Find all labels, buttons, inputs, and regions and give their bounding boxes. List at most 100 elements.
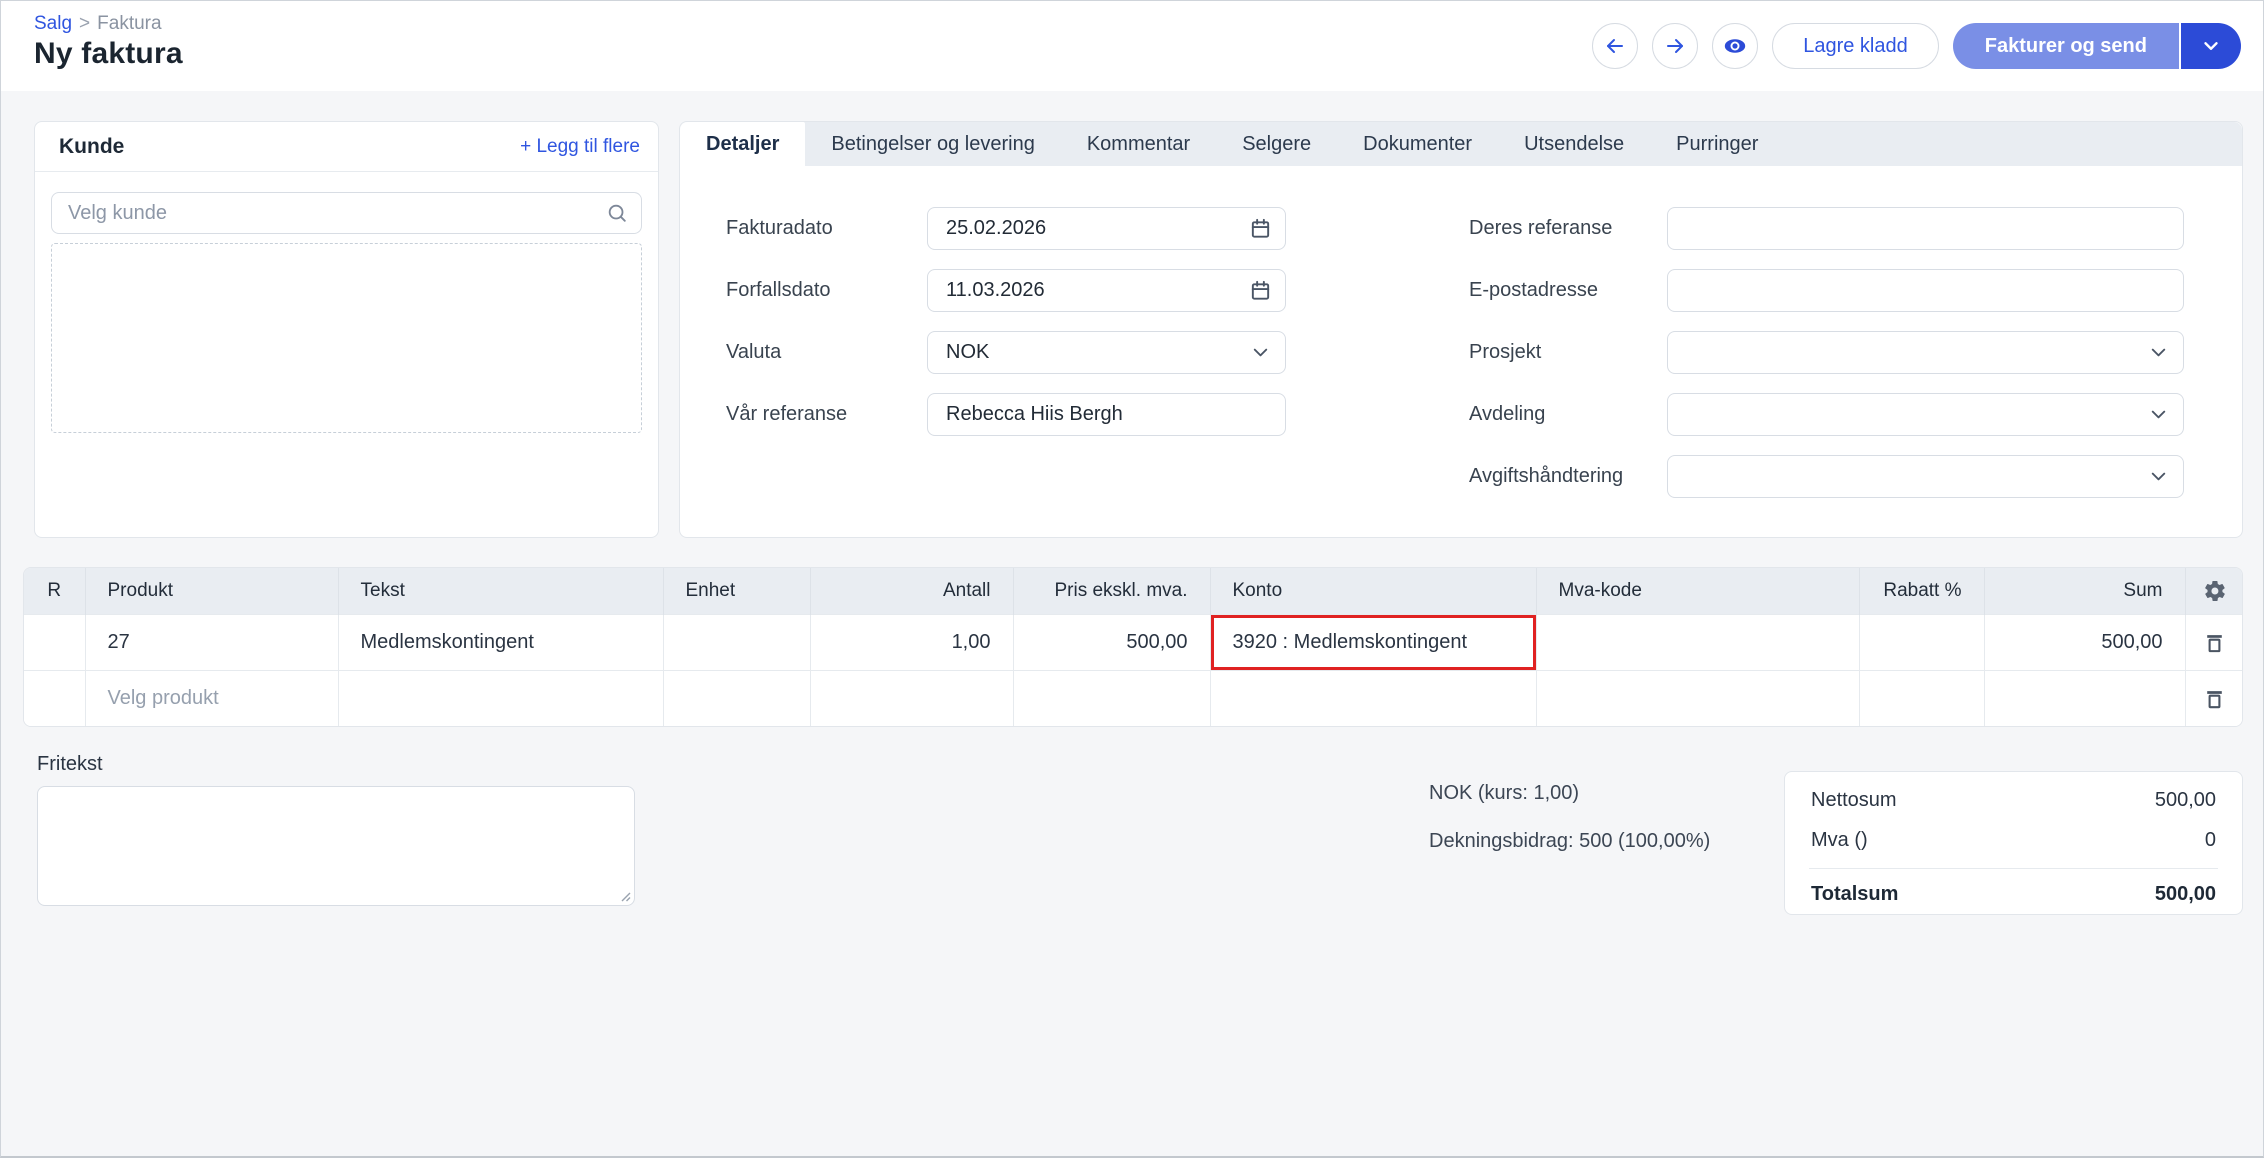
vat-handling-select[interactable] <box>1667 455 2184 498</box>
new-line-product-cell[interactable]: Velg produkt <box>85 670 338 726</box>
new-line-quantity-cell[interactable] <box>810 670 1013 726</box>
new-line-r-cell[interactable] <box>24 670 85 726</box>
tab-kommentar[interactable]: Kommentar <box>1061 122 1216 166</box>
email-input[interactable] <box>1667 269 2184 312</box>
trash-icon <box>2202 630 2227 655</box>
department-select[interactable] <box>1667 393 2184 436</box>
column-header-antall: Antall <box>810 568 1013 614</box>
back-button[interactable] <box>1592 23 1638 69</box>
vat-label: Mva () <box>1811 829 1868 852</box>
line-account-cell[interactable]: 3920 : Medlemskontingent <box>1210 614 1536 670</box>
net-sum-value: 500,00 <box>2155 789 2216 812</box>
preview-button[interactable] <box>1712 23 1758 69</box>
tab-utsendelse[interactable]: Utsendelse <box>1498 122 1650 166</box>
tab-dokumenter[interactable]: Dokumenter <box>1337 122 1498 166</box>
calendar-icon[interactable] <box>1249 217 1272 240</box>
line-discount-cell[interactable] <box>1859 614 1984 670</box>
department-label: Avdeling <box>1469 403 1667 426</box>
line-quantity-cell[interactable]: 1,00 <box>810 614 1013 670</box>
invoice-date-label: Fakturadato <box>726 217 927 240</box>
calendar-icon[interactable] <box>1249 279 1272 302</box>
page-header: Salg>Faktura Ny faktura Lagre kladd <box>1 1 2263 91</box>
customer-panel-body <box>35 172 658 433</box>
line-unit-cell[interactable] <box>663 614 810 670</box>
project-label: Prosjekt <box>1469 341 1667 364</box>
invoice-lines-table: R Produkt Tekst Enhet Antall Pris ekskl.… <box>23 567 2243 727</box>
customer-search <box>51 192 642 234</box>
line-price-cell[interactable]: 500,00 <box>1013 614 1210 670</box>
due-date-label: Forfallsdato <box>726 279 927 302</box>
line-text-cell[interactable]: Medlemskontingent <box>338 614 663 670</box>
column-header-mva-kode: Mva-kode <box>1536 568 1859 614</box>
page-title: Ny faktura <box>34 37 183 71</box>
gear-icon <box>2203 579 2227 603</box>
add-more-customers-link[interactable]: + Legg til flere <box>520 136 640 158</box>
our-reference-input[interactable] <box>927 393 1286 436</box>
email-label: E-postadresse <box>1469 279 1667 302</box>
chevron-down-icon <box>2147 341 2170 364</box>
line-vat-code-cell[interactable] <box>1536 614 1859 670</box>
invoice-date-input[interactable] <box>927 207 1286 250</box>
breadcrumb-sales-link[interactable]: Salg <box>34 13 72 34</box>
line-product-cell[interactable]: 27 <box>85 614 338 670</box>
detail-form-right-column: Deres referanse E-postadresse Prosjekt <box>1469 207 2184 517</box>
vat-value: 0 <box>2205 829 2216 852</box>
select-product-placeholder: Velg produkt <box>108 687 219 709</box>
customer-search-input[interactable] <box>51 192 642 234</box>
detail-form-left-column: Fakturadato Forfallsdato <box>726 207 1286 455</box>
eye-icon <box>1723 34 1747 58</box>
chevron-down-icon <box>2200 35 2222 57</box>
totals-panel: Nettosum 500,00 Mva () 0 Totalsum 500,00 <box>1784 771 2243 915</box>
total-sum-row: Totalsum 500,00 <box>1811 881 2216 907</box>
new-line-discount-cell[interactable] <box>1859 670 1984 726</box>
invoice-line-row: 27 Medlemskontingent 1,00 500,00 3920 : … <box>24 614 2243 670</box>
tab-selgere[interactable]: Selgere <box>1216 122 1337 166</box>
field-department: Avdeling <box>1469 393 2184 436</box>
new-line-account-cell[interactable] <box>1210 670 1536 726</box>
trash-icon <box>2202 686 2227 711</box>
new-line-sum-cell[interactable] <box>1984 670 2185 726</box>
their-reference-label: Deres referanse <box>1469 217 1667 240</box>
invoice-and-send-dropdown[interactable] <box>2179 23 2241 69</box>
new-line-text-cell[interactable] <box>338 670 663 726</box>
new-line-row: Velg produkt <box>24 670 2243 726</box>
delete-line-button[interactable] <box>2186 615 2244 670</box>
line-sum-cell[interactable]: 500,00 <box>1984 614 2185 670</box>
vat-row: Mva () 0 <box>1811 828 2216 852</box>
field-currency: Valuta NOK <box>726 331 1286 374</box>
customer-drop-area <box>51 243 642 433</box>
new-line-vat-code-cell[interactable] <box>1536 670 1859 726</box>
new-line-price-cell[interactable] <box>1013 670 1210 726</box>
arrow-left-icon <box>1603 34 1627 58</box>
tab-detaljer[interactable]: Detaljer <box>680 122 805 166</box>
currency-rate-line: NOK (kurs: 1,00) <box>1429 769 1710 817</box>
table-settings-button[interactable] <box>2186 568 2244 614</box>
their-reference-input[interactable] <box>1667 207 2184 250</box>
line-account-value: 3920 : Medlemskontingent <box>1233 631 1468 653</box>
table-header-row: R Produkt Tekst Enhet Antall Pris ekskl.… <box>24 568 2243 614</box>
net-sum-label: Nettosum <box>1811 789 1897 812</box>
invoice-details-panel: Detaljer Betingelser og levering Komment… <box>679 121 2243 538</box>
arrow-right-icon <box>1663 34 1687 58</box>
project-select[interactable] <box>1667 331 2184 374</box>
column-header-r: R <box>24 568 85 614</box>
currency-select-value: NOK <box>946 341 989 364</box>
vat-handling-label: Avgiftshåndtering <box>1469 465 1667 488</box>
save-draft-button[interactable]: Lagre kladd <box>1772 23 1939 69</box>
field-due-date: Forfallsdato <box>726 269 1286 312</box>
line-r-cell[interactable] <box>24 614 85 670</box>
tab-betingelser-og-levering[interactable]: Betingelser og levering <box>805 122 1060 166</box>
net-sum-row: Nettosum 500,00 <box>1811 788 2216 812</box>
customer-panel: Kunde + Legg til flere <box>34 121 659 538</box>
delete-new-line-button[interactable] <box>2186 671 2244 727</box>
due-date-input[interactable] <box>927 269 1286 312</box>
column-header-produkt: Produkt <box>85 568 338 614</box>
total-sum-value: 500,00 <box>2155 883 2216 906</box>
currency-select[interactable]: NOK <box>927 331 1286 374</box>
forward-button[interactable] <box>1652 23 1698 69</box>
new-line-unit-cell[interactable] <box>663 670 810 726</box>
free-text-area[interactable] <box>37 786 635 906</box>
field-email: E-postadresse <box>1469 269 2184 312</box>
tab-purringer[interactable]: Purringer <box>1650 122 1784 166</box>
invoice-and-send-button[interactable]: Fakturer og send <box>1953 23 2179 69</box>
